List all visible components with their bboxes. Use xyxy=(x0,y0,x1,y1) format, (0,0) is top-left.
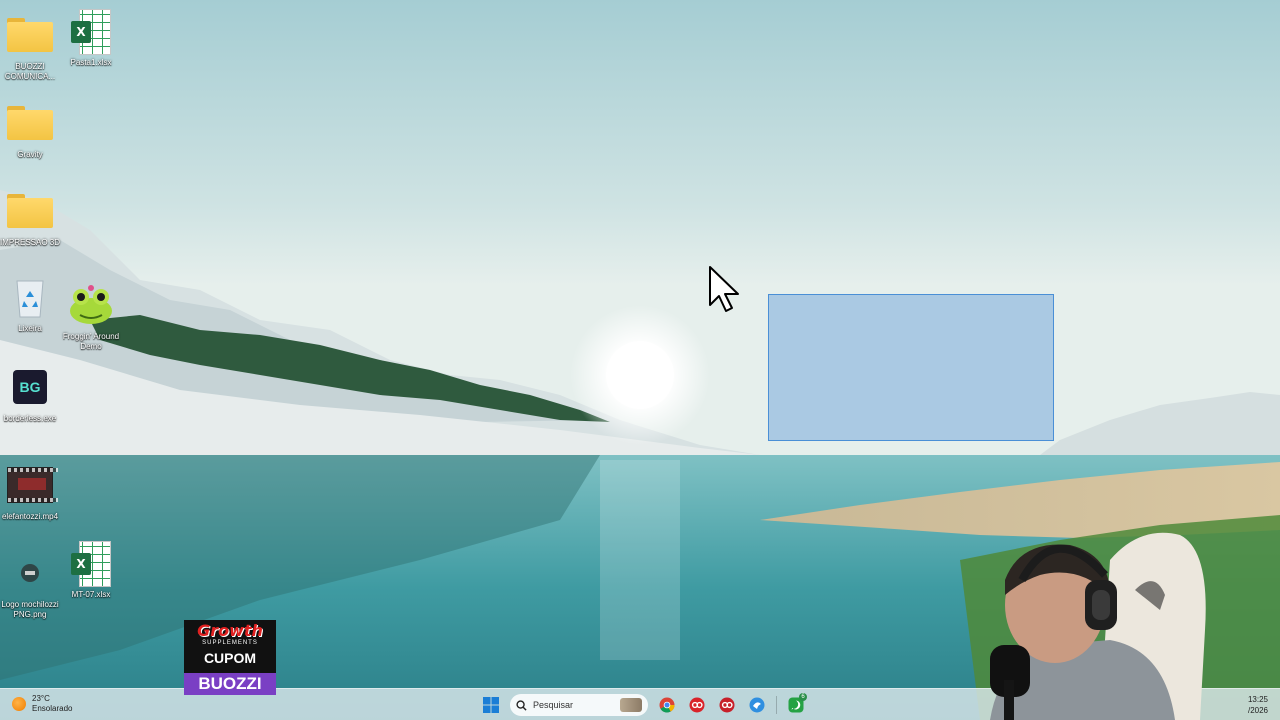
desktop-icon-gravity-folder[interactable]: Gravity xyxy=(0,100,60,160)
video-file-icon xyxy=(7,462,58,508)
folder-icon xyxy=(7,100,53,146)
bg-app-glyph: BG xyxy=(19,379,41,395)
desktop-icon-froggin-around[interactable]: Froggin' Around Demo xyxy=(61,282,121,352)
desktop-icon-label: IMPRESSAO 3D xyxy=(0,238,61,247)
sun-icon xyxy=(12,697,26,711)
growth-coupon-overlay: Growth SUPPLEMENTS CUPOM BUOZZI xyxy=(184,620,276,695)
taskbar-app-red-2[interactable] xyxy=(716,694,738,716)
taskbar-search[interactable]: Pesquisar xyxy=(510,694,648,716)
desktop-icon-pasta1[interactable]: X Pasta1.xlsx xyxy=(61,8,121,68)
mouse-cursor-icon xyxy=(709,266,739,312)
search-placeholder: Pesquisar xyxy=(533,700,574,710)
recycle-bin-icon xyxy=(7,274,53,320)
desktop-icon-label: BUOZZI COMUNICA... xyxy=(4,62,56,81)
bg-app-icon: BG xyxy=(7,364,53,410)
webcam-overlay xyxy=(990,532,1206,720)
desktop-icon-label: Gravity xyxy=(17,150,43,159)
windows-logo-icon xyxy=(483,697,499,713)
taskbar-app-blue[interactable] xyxy=(746,694,768,716)
folder-icon xyxy=(7,188,53,234)
desktop-icon-buozzi-folder[interactable]: BUOZZI COMUNICA... xyxy=(0,12,60,82)
desktop-icon-label: elefantozzi.mp4 xyxy=(1,512,59,521)
weather-widget[interactable]: 23°C Ensolarado xyxy=(12,694,72,714)
start-button[interactable] xyxy=(480,694,502,716)
growth-brand-subtitle: SUPPLEMENTS xyxy=(202,640,258,646)
taskbar-divider xyxy=(776,696,777,714)
chrome-icon xyxy=(659,697,675,713)
growth-brand-logo: Growth xyxy=(197,621,263,640)
desktop-icon-label: Logo mochilozzi PNG.png xyxy=(1,600,59,619)
desktop-icon-borderless[interactable]: BG borderless.exe xyxy=(0,364,60,424)
coupon-label: CUPOM xyxy=(203,650,257,666)
desktop-icon-mt07[interactable]: X MT-07.xlsx xyxy=(61,540,121,600)
weather-temperature: 23°C xyxy=(32,694,50,703)
desktop-icon-label: MT-07.xlsx xyxy=(71,590,111,599)
taskbar-whatsapp[interactable]: 6 xyxy=(785,693,807,716)
frog-game-icon xyxy=(68,282,114,328)
desktop-icon-logo-mochilozzi[interactable]: Logo mochilozzi PNG.png xyxy=(0,550,60,620)
desktop-selection-rectangle xyxy=(768,294,1054,441)
desktop-icon-label: Lixeira xyxy=(18,324,42,333)
search-highlight-icon xyxy=(620,698,642,712)
desktop-icon-label: Pasta1.xlsx xyxy=(70,58,112,67)
app-red-icon xyxy=(689,697,705,713)
taskbar-chrome[interactable] xyxy=(656,694,678,716)
notification-badge: 6 xyxy=(799,693,807,701)
folder-icon xyxy=(7,12,53,58)
coupon-code: BUOZZI xyxy=(184,673,276,695)
app-blue-icon xyxy=(749,697,765,713)
excel-file-icon: X xyxy=(68,540,114,587)
image-file-icon xyxy=(7,550,53,596)
desktop-icon-impressao-folder[interactable]: IMPRESSAO 3D xyxy=(0,188,60,248)
desktop-icon-recycle-bin[interactable]: Lixeira xyxy=(0,274,60,334)
taskbar-app-red-1[interactable] xyxy=(686,694,708,716)
weather-condition: Ensolarado xyxy=(32,704,73,713)
app-red-icon-2 xyxy=(719,697,735,713)
taskbar-center: Pesquisar 6 xyxy=(480,692,807,718)
excel-file-icon: X xyxy=(68,8,114,55)
search-icon xyxy=(516,699,527,711)
desktop-icon-elefantozzi-video[interactable]: elefantozzi.mp4 xyxy=(0,462,60,522)
weather-text: 23°C Ensolarado xyxy=(32,694,72,714)
desktop-icon-label: Froggin' Around Demo xyxy=(62,332,120,351)
desktop-icon-label: borderless.exe xyxy=(3,414,57,423)
